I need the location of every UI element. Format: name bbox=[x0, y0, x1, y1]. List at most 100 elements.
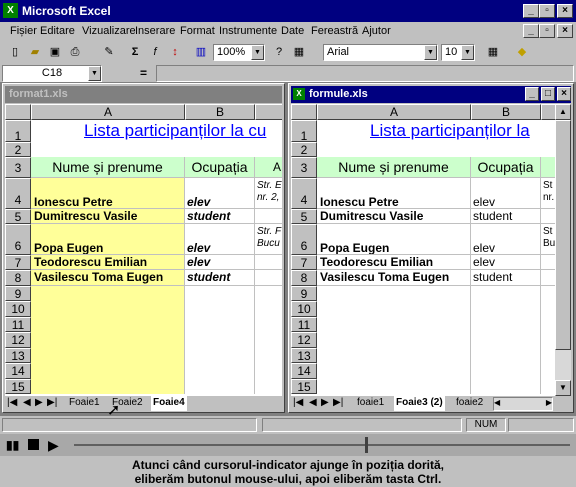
tab-prev-icon[interactable]: ◀ bbox=[23, 397, 31, 408]
column-header-a[interactable]: A bbox=[31, 104, 185, 120]
column-header-c[interactable] bbox=[541, 104, 555, 120]
fill-color-icon[interactable]: ◆ bbox=[513, 44, 531, 61]
list-item-occ[interactable]: elev bbox=[471, 224, 541, 255]
list-item-addr[interactable] bbox=[541, 255, 555, 270]
row-header[interactable]: 10 bbox=[5, 301, 31, 317]
row-header[interactable]: 13 bbox=[291, 348, 317, 363]
list-item-occ[interactable]: student bbox=[185, 270, 255, 286]
restore-icon[interactable]: ▫ bbox=[539, 4, 555, 18]
scroll-left-icon[interactable]: ◀ bbox=[494, 398, 500, 407]
open-icon[interactable]: ▰ bbox=[26, 44, 44, 61]
list-item-name[interactable]: Popa Eugen bbox=[317, 224, 471, 255]
list-item-addr[interactable] bbox=[541, 209, 555, 224]
empty-cell[interactable] bbox=[31, 286, 185, 394]
menu-item-tools[interactable]: Instrumente bbox=[219, 25, 277, 37]
scroll-up-icon[interactable]: ▲ bbox=[555, 104, 571, 120]
sheet-heading[interactable]: Lista participanților la bbox=[317, 120, 555, 142]
column-header-a[interactable]: A bbox=[317, 104, 471, 120]
sheet-tab-active[interactable]: Foaie3 (2) bbox=[394, 396, 445, 411]
corner-cell[interactable] bbox=[5, 104, 31, 120]
sheet-tab-active[interactable]: Foaie4 bbox=[151, 396, 187, 411]
row-header[interactable]: 6 bbox=[5, 224, 31, 255]
list-item-occ[interactable]: student bbox=[471, 209, 541, 224]
row-header[interactable]: 7 bbox=[291, 255, 317, 270]
row-header[interactable]: 9 bbox=[5, 286, 31, 301]
row-header[interactable]: 7 bbox=[5, 255, 31, 270]
excel-doc-icon[interactable]: X bbox=[293, 88, 305, 100]
list-item-addr[interactable] bbox=[255, 270, 282, 286]
row-header[interactable]: 1 bbox=[5, 120, 31, 143]
font-select[interactable]: Arial ▼ bbox=[323, 44, 438, 61]
list-item-addr[interactable] bbox=[255, 209, 282, 224]
list-item-occ[interactable]: elev bbox=[185, 255, 255, 270]
row-header[interactable]: 10 bbox=[291, 301, 317, 317]
empty-cell[interactable] bbox=[317, 286, 471, 394]
column-header-b[interactable]: B bbox=[185, 104, 255, 120]
scroll-right-icon[interactable]: ▶ bbox=[546, 398, 552, 407]
tab-first-icon[interactable]: |◀ bbox=[7, 397, 17, 408]
row-header[interactable]: 12 bbox=[291, 332, 317, 348]
chevron-down-icon[interactable]: ▼ bbox=[251, 45, 264, 60]
row-header[interactable]: 9 bbox=[291, 286, 317, 301]
stop-icon[interactable] bbox=[28, 439, 39, 450]
list-item-name[interactable]: Vasilescu Toma Eugen bbox=[317, 270, 471, 286]
drawing-icon[interactable]: ▦ bbox=[290, 44, 308, 61]
vertical-scrollbar[interactable]: ▲ ▼ bbox=[555, 104, 571, 396]
doc-close-icon[interactable]: × bbox=[557, 24, 573, 38]
empty-cell[interactable] bbox=[185, 286, 255, 394]
row-header[interactable]: 15 bbox=[291, 379, 317, 394]
doc-minimize-icon[interactable]: _ bbox=[523, 24, 539, 38]
list-item-occ[interactable]: elev bbox=[185, 178, 255, 209]
list-item-occ[interactable]: student bbox=[471, 270, 541, 286]
list-item-addr[interactable]: Str. E nr. 2, bbox=[255, 178, 282, 209]
list-item-addr[interactable]: St nr. bbox=[541, 178, 555, 209]
menu-item-window[interactable]: Fereastră bbox=[311, 25, 358, 37]
window-minimize-icon[interactable]: _ bbox=[525, 87, 539, 101]
function-icon[interactable]: f bbox=[146, 44, 164, 61]
row-header[interactable]: 5 bbox=[5, 209, 31, 224]
list-item-name[interactable]: Ionescu Petre bbox=[317, 178, 471, 209]
autosum-icon[interactable]: Σ bbox=[126, 44, 144, 61]
header-name[interactable]: Nume și prenume bbox=[317, 157, 471, 178]
chevron-down-icon[interactable]: ▼ bbox=[88, 66, 101, 81]
list-item-name[interactable]: Teodorescu Emilian bbox=[317, 255, 471, 270]
format-painter-icon[interactable]: ✎ bbox=[100, 44, 118, 61]
new-icon[interactable]: ▯ bbox=[6, 44, 24, 61]
chart-icon[interactable]: ▥ bbox=[192, 44, 210, 61]
menu-item-insert[interactable]: Inserare bbox=[135, 25, 175, 37]
row-header[interactable]: 6 bbox=[291, 224, 317, 255]
print-icon[interactable]: ⎙ bbox=[66, 44, 84, 61]
help-icon[interactable]: ? bbox=[270, 44, 288, 61]
progress-track[interactable] bbox=[74, 444, 570, 446]
menu-item-data[interactable]: Date bbox=[281, 25, 304, 37]
list-item-occ[interactable]: elev bbox=[185, 224, 255, 255]
workbook-window-format1[interactable]: format1.xls A B 1 2 3 4 5 6 7 8 9 10 11 … bbox=[2, 83, 285, 419]
pause-icon[interactable]: ▮▮ bbox=[6, 438, 20, 452]
empty-cell[interactable] bbox=[471, 286, 541, 394]
row-header[interactable]: 2 bbox=[291, 142, 317, 157]
tab-first-icon[interactable]: |◀ bbox=[293, 397, 303, 408]
sheet-tab[interactable]: foaie1 bbox=[355, 396, 386, 411]
row-header[interactable]: 15 bbox=[5, 379, 31, 394]
header-occupation[interactable]: Ocupația bbox=[471, 157, 541, 178]
menu-item-edit[interactable]: Editare bbox=[40, 25, 75, 37]
header-c-partial[interactable] bbox=[541, 157, 555, 178]
sort-icon[interactable]: ↕ bbox=[166, 44, 184, 61]
list-item-name[interactable]: Vasilescu Toma Eugen bbox=[31, 270, 185, 286]
list-item-name[interactable]: Teodorescu Emilian bbox=[31, 255, 185, 270]
formula-input[interactable] bbox=[156, 65, 574, 82]
row-header[interactable]: 4 bbox=[5, 178, 31, 209]
workbook-window-formule[interactable]: X formule.xls _ □ × A B 1 2 3 4 5 6 7 8 … bbox=[288, 83, 574, 413]
menu-item-view[interactable]: Vizualizare bbox=[82, 25, 136, 37]
header-name[interactable]: Nume și prenume bbox=[31, 157, 185, 178]
sheet-tab[interactable]: foaie2 bbox=[454, 396, 485, 411]
corner-cell[interactable] bbox=[291, 104, 317, 120]
close-icon[interactable]: × bbox=[557, 4, 573, 18]
name-box[interactable]: C18 ▼ bbox=[2, 65, 102, 82]
play-icon[interactable]: ▶ bbox=[48, 437, 59, 454]
row-header[interactable]: 3 bbox=[5, 157, 31, 178]
list-item-occ[interactable]: student bbox=[185, 209, 255, 224]
row-header[interactable]: 1 bbox=[291, 120, 317, 143]
doc-restore-icon[interactable]: ▫ bbox=[539, 24, 555, 38]
sheet-heading[interactable]: Lista participanților la cu bbox=[31, 120, 282, 142]
